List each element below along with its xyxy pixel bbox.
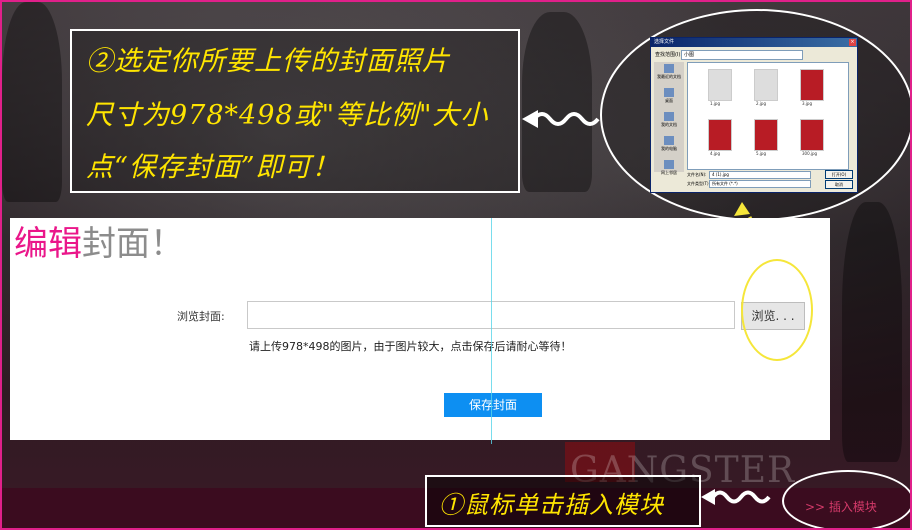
open-button[interactable]: 打开(O) <box>825 170 853 179</box>
place-documents[interactable]: 我的文档 <box>654 112 684 134</box>
dialog-cancel-button[interactable]: 取消 <box>825 180 853 189</box>
place-computer[interactable]: 我的电脑 <box>654 136 684 158</box>
title-rest: 封面！ <box>82 224 184 264</box>
place-desktop[interactable]: 桌面 <box>654 88 684 110</box>
save-cover-button[interactable]: 保存封面 <box>444 393 542 417</box>
filename-label: 文件名(N): <box>687 172 707 177</box>
place-label: 我最近的文档 <box>657 74 681 79</box>
browse-highlight-ellipse <box>741 259 813 361</box>
file-name: 4.jpg <box>710 151 721 156</box>
silhouette <box>842 202 902 462</box>
look-in-select[interactable]: 小图 <box>681 50 803 60</box>
insert-module-button[interactable]: >> 插入模块 <box>805 498 877 515</box>
file-name: 2.jpg <box>756 101 767 106</box>
place-label: 我的文档 <box>661 122 677 127</box>
title-accent: 编辑 <box>14 224 82 264</box>
browse-cover-label: 浏览封面: <box>177 310 225 323</box>
dialog-title-bar: 选择文件 × <box>651 38 857 47</box>
filetype-label: 文件类型(T): <box>687 181 710 186</box>
look-in-value: 小图 <box>684 52 695 58</box>
dialog-file-list: 1.jpg 2.jpg 3.jpg 4.jpg 5.jpg 300.jpg <box>687 62 849 170</box>
instruction-note: ②选定你所要上传的封面照片 尺寸为978*498或"等比例"大小 点“保存封面”… <box>70 29 520 193</box>
note-line-3: 点“保存封面”即可！ <box>86 152 340 183</box>
place-label: 我的电脑 <box>661 146 677 151</box>
file-name: 1.jpg <box>710 101 721 106</box>
file-thumbnail[interactable] <box>708 69 732 101</box>
note-line-2: 尺寸为978*498或"等比例"大小 <box>86 100 489 131</box>
cover-editor-panel: 编辑封面！ 浏览封面: 浏览. . . 请上传978*498的图片，由于图片较大… <box>10 218 830 440</box>
upload-hint: 请上传978*498的图片，由于图片较大，点击保存后请耐心等待！ <box>249 340 572 353</box>
close-icon[interactable]: × <box>849 39 856 46</box>
file-name: 3.jpg <box>802 101 813 106</box>
filetype-select[interactable]: 所有文件 (*.*) <box>709 180 811 188</box>
dialog-title: 选择文件 <box>654 39 675 45</box>
place-label: 桌面 <box>665 98 673 103</box>
network-icon <box>664 160 674 169</box>
wavy-arrow-icon <box>522 110 600 128</box>
place-network[interactable]: 网上邻居 <box>654 160 684 182</box>
silhouette <box>2 2 62 202</box>
place-recent[interactable]: 我最近的文档 <box>654 64 684 86</box>
file-name: 300.jpg <box>802 151 818 156</box>
desktop-icon <box>664 88 674 97</box>
note-line-1: ②选定你所要上传的封面照片 <box>86 46 450 77</box>
place-label: 网上邻居 <box>661 170 677 175</box>
documents-icon <box>664 112 674 121</box>
background-scene: GANGSTER ②选定你所要上传的封面照片 尺寸为978*498或"等比例"大… <box>0 0 912 530</box>
page-title: 编辑封面！ <box>14 222 184 266</box>
file-name: 5.jpg <box>756 151 767 156</box>
file-thumbnail[interactable] <box>708 119 732 151</box>
file-thumbnail[interactable] <box>754 119 778 151</box>
filename-input[interactable]: 4 (1).jpg <box>709 171 811 179</box>
computer-icon <box>664 136 674 145</box>
alignment-guide <box>491 218 492 444</box>
dialog-places-bar: 我最近的文档 桌面 我的文档 我的电脑 网上邻居 <box>654 62 684 175</box>
filetype-value: 所有文件 (*.*) <box>712 181 738 186</box>
step-note: ①鼠标单击插入模块 <box>425 475 701 527</box>
step-text: ①鼠标单击插入模块 <box>439 491 664 519</box>
filename-value: 4 (1).jpg <box>712 172 729 177</box>
wavy-arrow-icon <box>701 489 771 505</box>
file-thumbnail[interactable] <box>800 69 824 101</box>
look-in-label: 查找范围(I): <box>655 52 683 58</box>
recent-docs-icon <box>664 64 674 73</box>
file-thumbnail[interactable] <box>800 119 824 151</box>
file-open-dialog: 选择文件 × 查找范围(I): 小图 我最近的文档 桌面 我的文档 我的电脑 网… <box>650 37 858 193</box>
silhouette <box>522 12 592 192</box>
file-thumbnail[interactable] <box>754 69 778 101</box>
